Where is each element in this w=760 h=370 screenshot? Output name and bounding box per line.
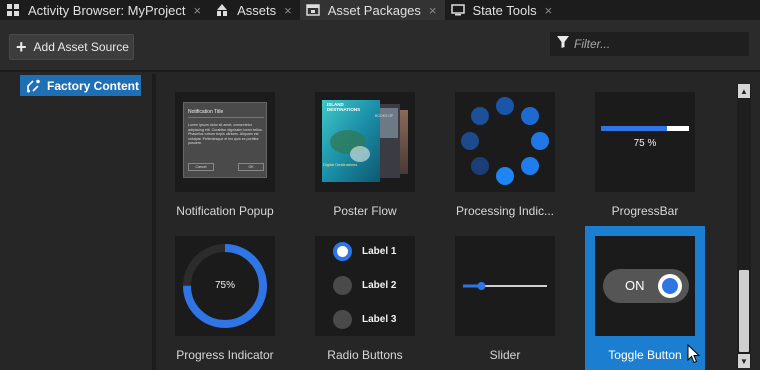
notification-title: Notification Title [188,109,224,115]
asset-name: Notification Popup [176,204,274,218]
tree-item-factory-content[interactable]: Factory Content [20,75,141,96]
radio-selected-icon [333,242,352,261]
radio-option: Label 1 [333,242,396,261]
tab-bar: Activity Browser: MyProject × Assets × A… [0,0,760,20]
asset-name: Progress Indicator [176,348,274,362]
ok-button-preview: OK [238,163,264,171]
filter-input[interactable] [574,37,744,51]
add-asset-source-button[interactable]: + Add Asset Source [9,34,134,60]
asset-thumbnail: 75% [175,236,275,336]
asset-tile-radio-buttons[interactable]: Label 1 Label 2 Label 3 Radio Buttons [296,218,416,362]
slider-preview [463,282,547,290]
asset-tile-processing-indicator[interactable]: Processing Indic... [436,74,556,218]
processing-dots-icon [461,97,549,185]
radio-option: Label 2 [333,276,396,295]
toggle-state-label: ON [625,278,645,293]
asset-name: Slider [489,348,521,362]
asset-name: Poster Flow [333,204,397,218]
vertical-scrollbar[interactable]: ▲ ▼ [737,84,751,368]
tree-item-label: Factory Content [47,78,140,93]
radio-label: Label 3 [362,314,397,325]
close-icon[interactable]: × [429,3,437,18]
asset-thumbnail: Label 1 Label 2 Label 3 [315,236,415,336]
factory-icon [26,79,40,93]
tab-label: Activity Browser: MyProject [28,2,186,18]
tab-label: State Tools [472,2,537,18]
scroll-down-icon[interactable]: ▼ [738,354,750,368]
progress-bar-value: 75 % [633,138,657,149]
assets-icon [215,3,229,17]
plus-icon: + [16,37,27,57]
tab-label: Asset Packages [327,2,421,18]
toolbar: + Add Asset Source [0,20,760,72]
filter-field[interactable] [550,32,749,56]
progress-ring-value: 75% [214,280,235,291]
radio-label: Label 2 [362,280,397,291]
radio-unselected-icon [333,276,352,295]
asset-tile-notification-popup[interactable]: Notification Title Lorem ipsum dolor sit… [156,74,276,218]
asset-thumbnail [455,92,555,192]
activity-icon [6,3,20,17]
poster-back-caption: BOOKS OF [375,114,394,118]
asset-thumbnail: 75 % [595,92,695,192]
tab-state-tools[interactable]: State Tools × [445,0,561,20]
tab-activity-browser[interactable]: Activity Browser: MyProject × [0,0,209,20]
asset-grid: Notification Title Lorem ipsum dolor sit… [156,74,736,370]
asset-thumbnail: ISLAND DESTINATIONS Digital Destinations… [315,92,415,192]
radio-option: Label 3 [333,310,396,329]
asset-tile-slider[interactable]: Slider [436,218,556,362]
divider [188,117,264,118]
asset-tile-poster-flow[interactable]: ISLAND DESTINATIONS Digital Destinations… [296,74,416,218]
add-asset-source-label: Add Asset Source [33,40,129,54]
close-icon[interactable]: × [545,3,553,18]
scrollbar-thumb[interactable] [739,270,749,352]
asset-tile-progress-indicator[interactable]: 75% Progress Indicator [156,218,276,362]
asset-name: Processing Indic... [455,204,555,218]
close-icon[interactable]: × [193,3,201,18]
toggle-preview [603,269,689,303]
package-icon [305,3,320,17]
radio-unselected-icon [333,310,352,329]
progress-bar-fill [601,126,667,131]
close-icon[interactable]: × [284,3,292,18]
asset-tile-progressbar[interactable]: 75 % ProgressBar [576,74,696,218]
asset-thumbnail [455,236,555,336]
poster-heading: ISLAND DESTINATIONS [327,102,361,112]
progress-bar-track [601,126,689,131]
tab-assets[interactable]: Assets × [209,0,300,20]
cancel-button-preview: Cancel [188,163,214,171]
mouse-cursor-icon [687,344,700,364]
poster-caption: Digital Destinations [323,162,358,167]
tab-label: Assets [237,2,277,18]
monitor-icon [450,3,465,17]
asset-name: Radio Buttons [327,348,403,362]
radio-label: Label 1 [362,246,397,257]
source-tree: Factory Content [0,74,152,370]
tab-asset-packages[interactable]: Asset Packages × [299,0,445,20]
notification-preview: Notification Title Lorem ipsum dolor sit… [183,102,267,178]
asset-thumbnail: ON [595,236,695,336]
filter-icon [557,35,569,53]
notification-body: Lorem ipsum dolor sit amet, consectetur … [188,123,263,145]
scroll-up-icon[interactable]: ▲ [738,84,750,98]
asset-name: ProgressBar [611,204,679,218]
asset-thumbnail: Notification Title Lorem ipsum dolor sit… [175,92,275,192]
